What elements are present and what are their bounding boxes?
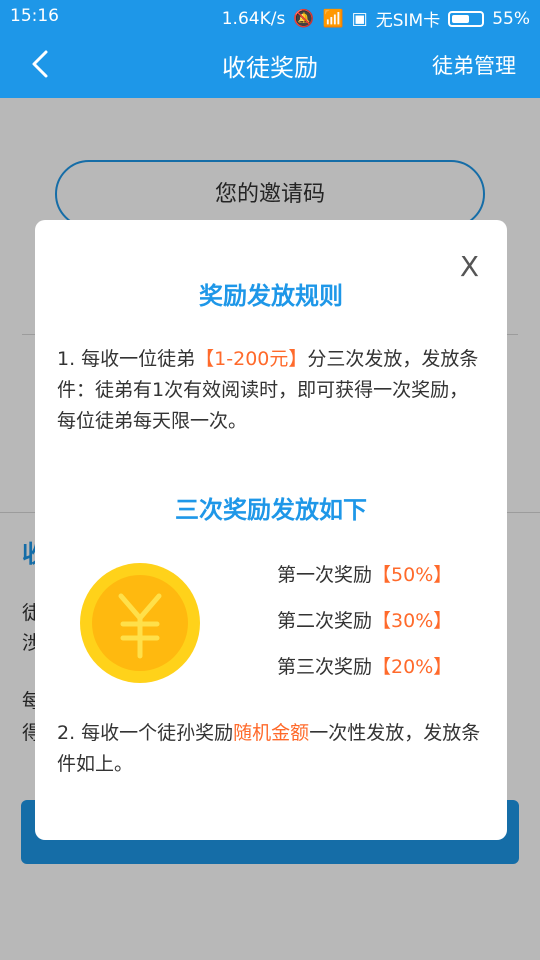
dialog-subtitle: 三次奖励发放如下 (175, 496, 367, 524)
reward-value: 【20%】 (372, 656, 453, 678)
network-speed: 1.64K/s (221, 8, 286, 29)
reward-label: 第三次奖励 (277, 656, 373, 678)
sim-status: 无SIM卡 (375, 11, 441, 31)
reward-item: 第三次奖励【20%】 (277, 652, 452, 679)
battery-percent: 55% (492, 8, 530, 29)
disciple-manage-button[interactable]: 徒弟管理 (432, 50, 516, 80)
reward-rules-dialog: X 奖励发放规则 1. 每收一位徒弟【1-200元】分三次发放，发放条件：徒弟有… (35, 220, 507, 840)
reward-value: 【30%】 (372, 610, 453, 632)
status-right: 1.64K/s 🔕 📶 ▣ 无SIM卡 55% (221, 6, 530, 32)
yuan-coin-icon (80, 563, 200, 683)
reward-label: 第一次奖励 (277, 564, 373, 586)
rule-1-prefix: 1. 每收一位徒弟 (57, 348, 196, 370)
rule-2: 2. 每收一个徒孙奖励随机金额一次性发放，发放条件如上。 (57, 718, 487, 780)
reward-value: 【50%】 (372, 564, 453, 586)
rule-2-highlight: 随机金额 (233, 722, 310, 744)
status-time: 15:16 (10, 6, 59, 26)
rule-2-prefix: 2. 每收一个徒孙奖励 (57, 722, 234, 744)
app-bar: 收徒奖励 徒弟管理 (0, 32, 540, 98)
reward-label: 第二次奖励 (277, 610, 373, 632)
reward-item: 第一次奖励【50%】 (277, 560, 452, 587)
rule-1-highlight: 【1-200元】 (195, 348, 308, 370)
battery-icon (448, 10, 485, 27)
status-bar: 15:16 1.64K/s 🔕 📶 ▣ 无SIM卡 55% (0, 0, 540, 32)
reward-item: 第二次奖励【30%】 (277, 606, 452, 633)
mute-icon: 🔕 (293, 8, 315, 29)
wifi-icon: 📶 (322, 8, 344, 29)
rule-1: 1. 每收一位徒弟【1-200元】分三次发放，发放条件：徒弟有1次有效阅读时，即… (57, 344, 487, 437)
dialog-title: 奖励发放规则 (199, 282, 343, 310)
sim-icon: ▣ (351, 8, 368, 29)
